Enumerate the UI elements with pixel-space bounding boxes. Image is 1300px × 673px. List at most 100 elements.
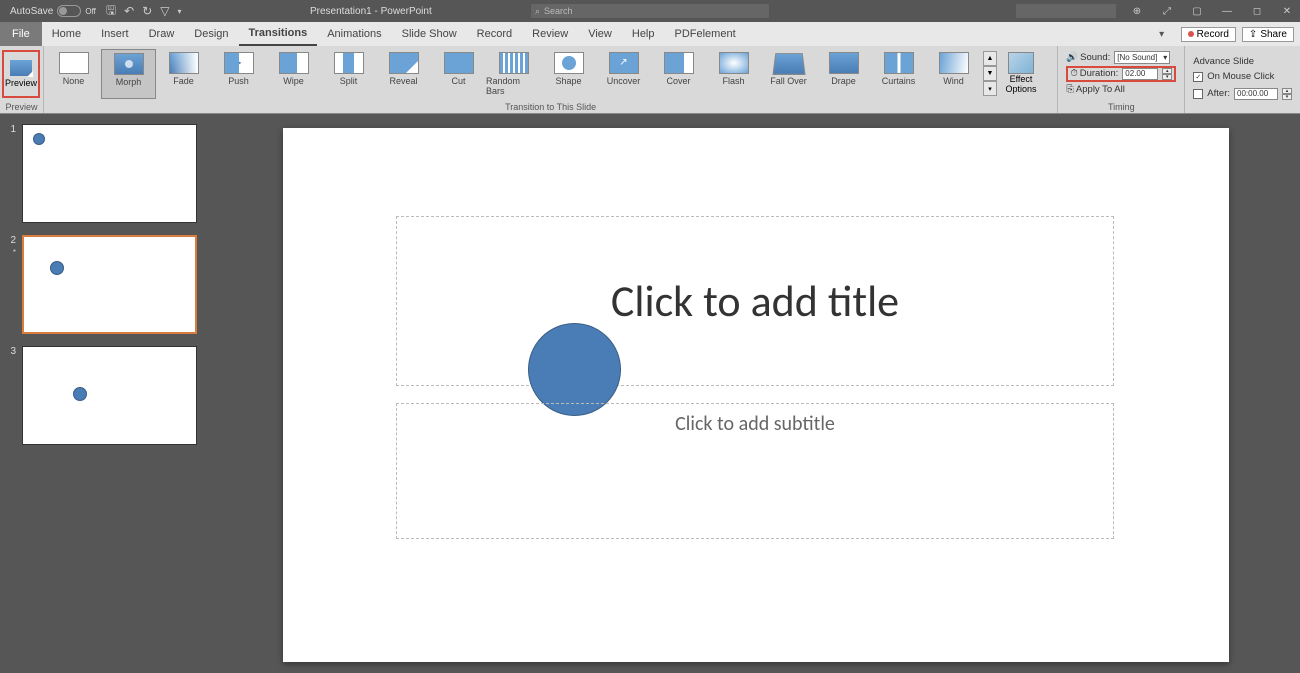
menu-animations[interactable]: Animations: [317, 22, 391, 46]
share-button[interactable]: ⇪Share: [1242, 27, 1294, 42]
transition-wipe-icon: [279, 52, 309, 74]
transition-wipe[interactable]: Wipe: [266, 49, 321, 99]
transition-label: Flash: [722, 76, 744, 86]
share-label: Share: [1260, 29, 1287, 40]
gallery-up-button[interactable]: ▲: [983, 51, 997, 66]
transition-uncover[interactable]: Uncover: [596, 49, 651, 99]
menu-pdfelement[interactable]: PDFelement: [665, 22, 746, 46]
apply-to-all-button[interactable]: ⎘ Apply To All: [1066, 84, 1125, 95]
transition-fall-over[interactable]: Fall Over: [761, 49, 816, 99]
undo-icon[interactable]: ↶: [124, 4, 134, 18]
search-placeholder: Search: [544, 6, 573, 16]
transition-label: Curtains: [882, 76, 916, 86]
title-placeholder[interactable]: Click to add title: [396, 216, 1114, 386]
on-mouse-click-checkbox[interactable]: ✓: [1193, 72, 1203, 82]
slide-thumbnail-3[interactable]: [22, 346, 197, 445]
duration-input[interactable]: 02.00: [1122, 68, 1158, 80]
transition-push-icon: [224, 52, 254, 74]
transition-cover[interactable]: Cover: [651, 49, 706, 99]
transition-cut[interactable]: Cut: [431, 49, 486, 99]
thumbnail-number: 1: [8, 124, 16, 135]
preview-label: Preview: [5, 78, 37, 88]
slide-thumbnail-panel: 12*3: [0, 114, 212, 673]
slide-thumbnail-2[interactable]: [22, 235, 197, 334]
transition-label: Split: [340, 76, 358, 86]
menu-review[interactable]: Review: [522, 22, 578, 46]
subtitle-placeholder[interactable]: Click to add subtitle: [396, 403, 1114, 539]
slide-thumbnail-1[interactable]: [22, 124, 197, 223]
after-down-button[interactable]: ▾: [1282, 94, 1292, 100]
menu-record[interactable]: Record: [467, 22, 522, 46]
transition-none-icon: [59, 52, 89, 74]
transition-flash[interactable]: Flash: [706, 49, 761, 99]
coming-soon-icon[interactable]: ⊕: [1124, 4, 1150, 18]
transition-reveal[interactable]: Reveal: [376, 49, 431, 99]
menu-draw[interactable]: Draw: [139, 22, 185, 46]
transition-drape-icon: [829, 52, 859, 74]
menu-help[interactable]: Help: [622, 22, 665, 46]
menu-view[interactable]: View: [578, 22, 622, 46]
subtitle-placeholder-text: Click to add subtitle: [675, 412, 835, 436]
record-button[interactable]: Record: [1181, 27, 1236, 42]
transition-label: Wipe: [283, 76, 304, 86]
transition-morph[interactable]: Morph: [101, 49, 156, 99]
after-time-input[interactable]: 00:00.00: [1234, 88, 1278, 100]
transition-drape[interactable]: Drape: [816, 49, 871, 99]
qat-more-icon[interactable]: ▾: [178, 7, 182, 16]
duration-control: ⏱ Duration: 02.00 ▴▾: [1066, 66, 1176, 82]
ribbon-display-icon[interactable]: ⤢: [1154, 4, 1180, 18]
transition-shape[interactable]: Shape: [541, 49, 596, 99]
transition-wind[interactable]: Wind: [926, 49, 981, 99]
menu-insert[interactable]: Insert: [91, 22, 139, 46]
duration-label: ⏱ Duration:: [1070, 68, 1118, 79]
transition-cover-icon: [664, 52, 694, 74]
redo-icon[interactable]: ↻: [142, 4, 152, 18]
gallery-down-button[interactable]: ▼: [983, 66, 997, 81]
transition-fade[interactable]: Fade: [156, 49, 211, 99]
menu-transitions[interactable]: Transitions: [239, 22, 318, 46]
save-icon[interactable]: 🖫: [106, 1, 116, 22]
maximize-button[interactable]: ◻: [1244, 4, 1270, 18]
share-icon: ⇪: [1249, 29, 1257, 40]
slide-canvas[interactable]: Click to add title Click to add subtitle: [283, 128, 1229, 662]
timing-group-label: Timing: [1058, 101, 1184, 113]
transition-label: Cut: [451, 76, 465, 86]
transition-split[interactable]: Split: [321, 49, 376, 99]
transition-fade-icon: [169, 52, 199, 74]
after-checkbox[interactable]: [1193, 89, 1203, 99]
menu-file[interactable]: File: [0, 22, 42, 46]
minimize-button[interactable]: —: [1214, 4, 1240, 18]
transition-label: Shape: [555, 76, 581, 86]
thumbnail-circle-shape: [50, 261, 64, 275]
search-icon: ⌕: [535, 6, 540, 17]
advance-slide-header: Advance Slide: [1193, 56, 1292, 67]
after-label: After:: [1207, 88, 1230, 99]
transition-cut-icon: [444, 52, 474, 74]
menu-design[interactable]: Design: [184, 22, 238, 46]
thumbnail-number: 3: [8, 346, 16, 357]
transition-push[interactable]: Push: [211, 49, 266, 99]
thumbnail-row: 1: [8, 124, 204, 223]
transition-none[interactable]: None: [46, 49, 101, 99]
preview-button[interactable]: Preview: [2, 50, 40, 98]
window-restore-icon[interactable]: ▢: [1184, 4, 1210, 18]
from-beginning-icon[interactable]: ▽: [160, 4, 169, 18]
transition-random-bars[interactable]: Random Bars: [486, 49, 541, 99]
document-title: Presentation1 - PowerPoint: [310, 6, 432, 17]
autosave-toggle[interactable]: AutoSave Off: [10, 5, 96, 17]
transition-curtains[interactable]: Curtains: [871, 49, 926, 99]
effect-options-button[interactable]: Effect Options: [997, 50, 1045, 97]
transition-label: Wind: [943, 76, 964, 86]
menu-home[interactable]: Home: [42, 22, 91, 46]
account-box[interactable]: [1016, 4, 1116, 18]
close-button[interactable]: ✕: [1274, 4, 1300, 18]
menu-slide-show[interactable]: Slide Show: [392, 22, 467, 46]
thumbnail-row: 3: [8, 346, 204, 445]
thumbnail-circle-shape: [73, 387, 87, 401]
ribbon-dropdown-icon[interactable]: ▾: [1149, 27, 1175, 41]
duration-down-button[interactable]: ▾: [1162, 74, 1172, 80]
transition-label: Push: [228, 76, 249, 86]
search-input[interactable]: ⌕ Search: [530, 3, 770, 19]
gallery-more-button[interactable]: ▾: [983, 81, 997, 96]
sound-combo[interactable]: [No Sound]▾: [1114, 51, 1170, 64]
